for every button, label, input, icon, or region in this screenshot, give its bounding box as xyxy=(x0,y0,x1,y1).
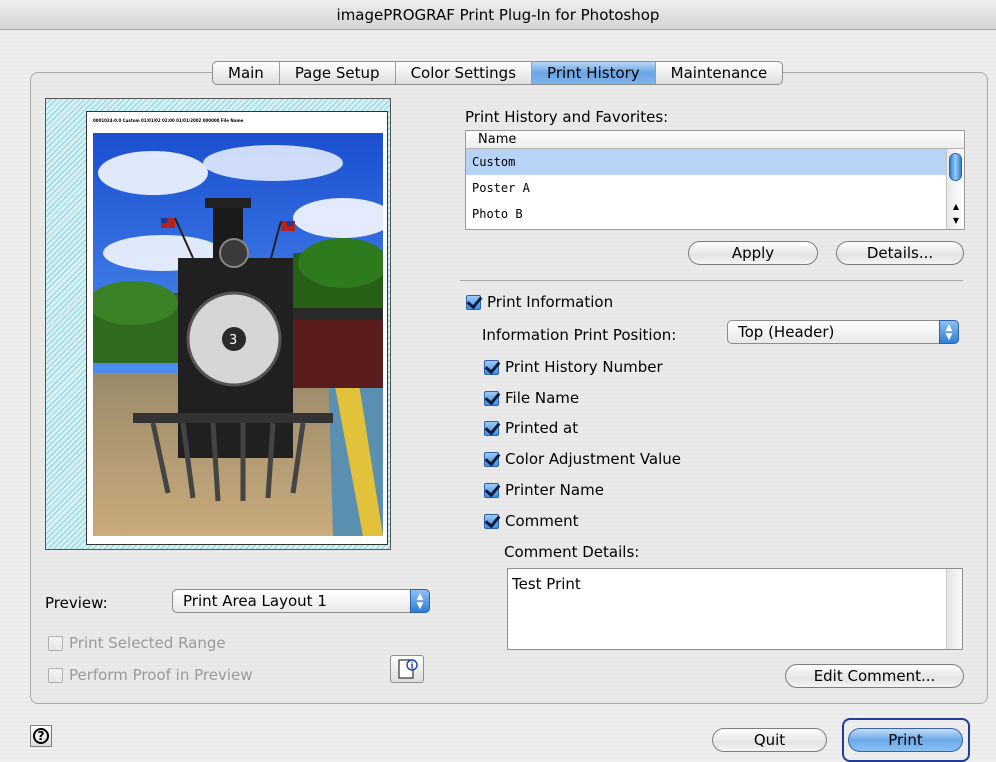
print-information-label: Print Information xyxy=(487,293,614,311)
option-label: Color Adjustment Value xyxy=(505,450,682,468)
option-label: File Name xyxy=(505,389,580,407)
preview-photo: 3 xyxy=(93,133,383,536)
list-scrollbar[interactable]: ▲ ▼ xyxy=(946,149,964,229)
preview-header-text: 0001024-0.0 Custom 01/01/02 02:00 01/01/… xyxy=(93,118,244,123)
window-titlebar: imagePROGRAF Print Plug-In for Photoshop xyxy=(0,0,996,30)
preview-select-value: Print Area Layout 1 xyxy=(183,592,327,610)
print-selected-range-checkbox[interactable]: Print Selected Range xyxy=(48,634,226,652)
printer-name-checkbox[interactable]: Printer Name xyxy=(484,481,604,499)
checkbox-box xyxy=(48,667,63,683)
checkbox-box xyxy=(48,635,63,651)
svg-text:i: i xyxy=(411,661,414,671)
print-button[interactable]: Print xyxy=(848,728,963,752)
select-arrows-icon: ▲ ▼ xyxy=(410,589,430,613)
scroll-up-arrow-icon[interactable]: ▲ xyxy=(947,201,964,213)
tab-print-history[interactable]: Print History xyxy=(532,62,656,84)
list-column-header[interactable]: Name xyxy=(466,131,964,149)
info-position-label: Information Print Position: xyxy=(482,326,677,344)
help-button[interactable]: ? xyxy=(30,725,52,747)
comment-textarea[interactable]: Test Print xyxy=(507,568,963,650)
color-adjustment-value-checkbox[interactable]: Color Adjustment Value xyxy=(484,450,681,468)
window-title: imagePROGRAF Print Plug-In for Photoshop xyxy=(336,6,660,24)
perform-proof-label: Perform Proof in Preview xyxy=(69,666,253,684)
tab-main[interactable]: Main xyxy=(213,62,280,84)
section-divider xyxy=(460,280,963,281)
checkbox-box xyxy=(484,451,499,467)
details-button[interactable]: Details... xyxy=(836,241,964,265)
preview-label: Preview: xyxy=(45,594,108,612)
comment-text: Test Print xyxy=(512,575,581,593)
checkbox-box xyxy=(484,482,499,498)
comment-details-label: Comment Details: xyxy=(504,543,640,561)
info-position-select[interactable]: Top (Header) ▲ ▼ xyxy=(727,320,959,344)
apply-button[interactable]: Apply xyxy=(688,241,818,265)
file-name-checkbox[interactable]: File Name xyxy=(484,389,579,407)
preview-select[interactable]: Print Area Layout 1 ▲ ▼ xyxy=(172,589,430,613)
list-item[interactable]: Poster A xyxy=(466,175,948,201)
option-label: Comment xyxy=(505,512,579,530)
tab-bar: Main Page Setup Color Settings Print His… xyxy=(212,61,784,85)
print-selected-range-label: Print Selected Range xyxy=(69,634,226,652)
edit-comment-button[interactable]: Edit Comment... xyxy=(785,664,964,688)
question-mark-icon: ? xyxy=(33,728,49,744)
comment-checkbox[interactable]: Comment xyxy=(484,512,579,530)
list-item[interactable]: Photo B xyxy=(466,201,948,227)
checkbox-box xyxy=(484,390,499,406)
locomotive-photo: 3 xyxy=(93,133,383,536)
svg-text:3: 3 xyxy=(229,333,237,348)
perform-proof-checkbox[interactable]: Perform Proof in Preview xyxy=(48,666,253,684)
print-history-number-checkbox[interactable]: Print History Number xyxy=(484,358,663,376)
tab-page-setup[interactable]: Page Setup xyxy=(280,62,396,84)
option-label: Print History Number xyxy=(505,358,663,376)
scroll-down-arrow-icon[interactable]: ▼ xyxy=(947,215,964,227)
history-list[interactable]: Name Custom Poster A Photo B ▲ ▼ xyxy=(465,130,965,230)
tab-color-settings[interactable]: Color Settings xyxy=(396,62,533,84)
preview-paper: 0001024-0.0 Custom 01/01/02 02:00 01/01/… xyxy=(86,111,388,545)
checkbox-box xyxy=(466,294,481,310)
checkbox-box xyxy=(484,359,499,375)
select-arrows-icon: ▲ ▼ xyxy=(939,320,959,344)
info-position-value: Top (Header) xyxy=(738,323,835,341)
page-info-icon: i xyxy=(398,659,418,679)
checkbox-box xyxy=(484,420,499,436)
comment-scrollbar[interactable] xyxy=(946,569,962,649)
option-label: Printed at xyxy=(505,419,579,437)
history-section-label: Print History and Favorites: xyxy=(465,108,669,126)
printed-at-checkbox[interactable]: Printed at xyxy=(484,419,578,437)
scroll-thumb[interactable] xyxy=(949,153,962,181)
proof-info-button[interactable]: i xyxy=(390,655,424,683)
option-label: Printer Name xyxy=(505,481,604,499)
list-item[interactable]: Custom xyxy=(466,149,948,175)
tab-maintenance[interactable]: Maintenance xyxy=(656,62,783,84)
print-information-checkbox[interactable]: Print Information xyxy=(466,293,613,311)
checkbox-box xyxy=(484,513,499,529)
quit-button[interactable]: Quit xyxy=(712,728,827,752)
